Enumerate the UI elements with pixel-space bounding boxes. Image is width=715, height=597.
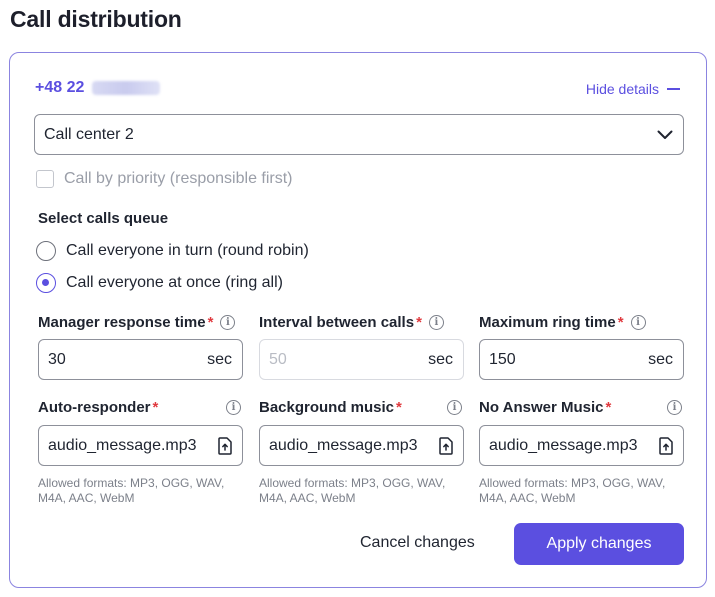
hide-details-button[interactable]: Hide details: [586, 81, 680, 97]
no-answer-music-input[interactable]: audio_message.mp3: [479, 425, 684, 466]
info-icon[interactable]: i: [447, 400, 462, 415]
maximum-ring-time-label: Maximum ring time * i: [479, 314, 646, 331]
phone-number: +48 22: [35, 79, 161, 97]
upload-file-icon[interactable]: [439, 436, 453, 455]
input-value: 150: [489, 350, 516, 368]
chevron-down-icon: [657, 130, 673, 139]
input-value: 30: [48, 350, 66, 368]
field-label-text: Auto-responder: [38, 399, 151, 416]
page-title: Call distribution: [10, 6, 182, 32]
info-icon[interactable]: i: [428, 315, 444, 330]
background-music-input[interactable]: audio_message.mp3: [259, 425, 464, 466]
upload-file-icon[interactable]: [659, 436, 673, 455]
radio-label: Call everyone at once (ring all): [66, 274, 283, 291]
field-label-text: No Answer Music: [479, 399, 604, 416]
input-value: audio_message.mp3: [489, 436, 638, 454]
call-center-select-value: Call center 2: [44, 125, 134, 143]
required-mark: *: [152, 399, 159, 416]
input-value: audio_message.mp3: [269, 436, 418, 454]
info-icon[interactable]: i: [630, 315, 646, 330]
input-unit: sec: [648, 350, 673, 368]
radio-button-selected[interactable]: [36, 273, 56, 293]
upload-file-icon[interactable]: [218, 436, 232, 455]
field-label-text: Interval between calls: [259, 314, 415, 331]
radio-label: Call everyone in turn (round robin): [66, 242, 309, 259]
call-distribution-card: +48 22 Hide details Call center 2 Call b…: [9, 52, 707, 588]
field-label-text: Maximum ring time: [479, 314, 616, 331]
apply-changes-button[interactable]: Apply changes: [514, 523, 684, 565]
radio-round-robin[interactable]: Call everyone in turn (round robin): [36, 241, 309, 261]
cancel-changes-button[interactable]: Cancel changes: [360, 534, 475, 552]
phone-prefix: +48 22: [35, 79, 85, 96]
required-mark: *: [617, 314, 624, 331]
required-mark: *: [416, 314, 422, 331]
background-music-label: Background music * i: [259, 399, 464, 416]
auto-responder-label: Auto-responder * i: [38, 399, 243, 416]
input-unit: sec: [207, 350, 232, 368]
queue-section-label: Select calls queue: [38, 210, 169, 227]
manager-response-label: Manager response time * i: [38, 314, 236, 331]
required-mark: *: [605, 399, 612, 416]
auto-responder-input[interactable]: audio_message.mp3: [38, 425, 243, 466]
radio-ring-all[interactable]: Call everyone at once (ring all): [36, 273, 283, 293]
priority-checkbox-label: Call by priority (responsible first): [64, 170, 293, 187]
minus-icon: [667, 88, 680, 90]
info-icon[interactable]: i: [667, 400, 682, 415]
field-label-text: Background music: [259, 399, 395, 416]
input-value: audio_message.mp3: [48, 436, 197, 454]
call-center-select[interactable]: Call center 2: [34, 114, 684, 155]
priority-checkbox-row: Call by priority (responsible first): [36, 170, 293, 188]
field-label-text: Manager response time: [38, 314, 206, 331]
allowed-formats-hint: Allowed formats: MP3, OGG, WAV, M4A, AAC…: [479, 476, 666, 505]
info-icon[interactable]: i: [226, 400, 241, 415]
info-icon[interactable]: i: [220, 315, 236, 330]
interval-between-calls-label: Interval between calls * i: [259, 314, 444, 331]
no-answer-music-label: No Answer Music * i: [479, 399, 684, 416]
input-value: 50: [269, 350, 287, 368]
hide-details-label: Hide details: [585, 81, 659, 97]
required-mark: *: [207, 314, 214, 331]
input-unit: sec: [428, 350, 453, 368]
interval-between-calls-input: 50 sec: [259, 339, 464, 380]
required-mark: *: [396, 399, 402, 416]
priority-checkbox: [36, 170, 54, 188]
phone-number-redacted: [92, 81, 161, 95]
allowed-formats-hint: Allowed formats: MP3, OGG, WAV, M4A, AAC…: [38, 476, 225, 505]
radio-button[interactable]: [36, 241, 56, 261]
manager-response-input[interactable]: 30 sec: [38, 339, 243, 380]
maximum-ring-time-input[interactable]: 150 sec: [479, 339, 684, 380]
allowed-formats-hint: Allowed formats: MP3, OGG, WAV, M4A, AAC…: [259, 476, 446, 505]
